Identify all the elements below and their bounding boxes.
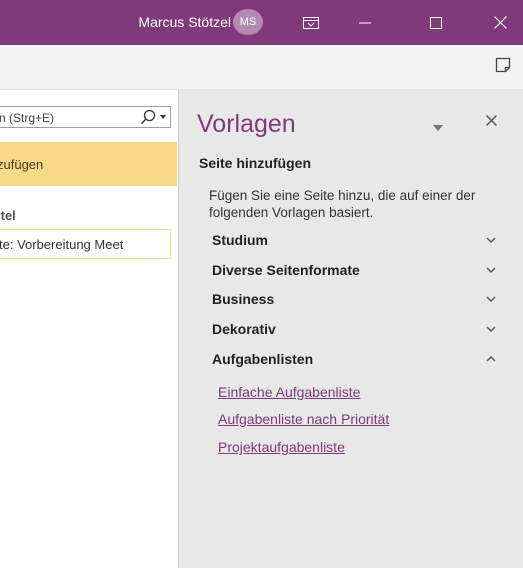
search-input[interactable]: n (Strg+E) [0, 106, 171, 128]
template-link[interactable]: Einfache Aufgabenliste [218, 384, 360, 400]
page-title-value: te: Vorbereitung Meet [0, 237, 124, 252]
chevron-down-icon [485, 234, 497, 246]
pane-options-button[interactable] [433, 118, 443, 136]
search-placeholder: n (Strg+E) [0, 111, 55, 125]
template-link[interactable]: Projektaufgabenliste [218, 439, 345, 455]
title-bar: Marcus Stötzel MS [0, 0, 523, 45]
ribbon-display-button[interactable] [288, 0, 334, 45]
template-link[interactable]: Aufgabenliste nach Priorität [218, 411, 389, 427]
close-button[interactable] [477, 0, 523, 45]
templates-title: Vorlagen [197, 110, 296, 138]
sticky-note-button[interactable] [493, 55, 517, 79]
close-icon [493, 16, 507, 29]
add-page-label: zufügen [0, 157, 44, 172]
close-icon [485, 114, 498, 127]
title-label: itel [0, 208, 16, 223]
chevron-down-icon[interactable] [160, 115, 166, 119]
page-title-field[interactable]: te: Vorbereitung Meet [0, 229, 171, 259]
templates-pane: Vorlagen Seite hinzufügen Fügen Sie eine… [179, 90, 523, 568]
chevron-down-icon [485, 293, 497, 305]
chevron-down-icon [485, 323, 497, 335]
chevron-down-icon [485, 264, 497, 276]
category-diverse-seitenformate[interactable]: Diverse Seitenformate [212, 258, 497, 282]
ribbon-display-icon [303, 16, 319, 29]
category-aufgabenlisten[interactable]: Aufgabenlisten [212, 347, 497, 371]
close-pane-button[interactable] [485, 113, 498, 131]
category-business[interactable]: Business [212, 287, 497, 311]
page-list-pane: n (Strg+E) zufügen itel te: Vorbereitung… [0, 90, 179, 568]
section-heading: Seite hinzufügen [199, 155, 311, 171]
sticky-note-icon [495, 57, 511, 73]
maximize-button[interactable] [413, 0, 459, 45]
toolbar [0, 45, 523, 90]
category-label: Diverse Seitenformate [212, 262, 360, 278]
chevron-up-icon [485, 353, 497, 365]
minimize-button[interactable] [342, 0, 388, 45]
category-label: Aufgabenlisten [212, 351, 314, 367]
category-studium[interactable]: Studium [212, 228, 497, 252]
maximize-icon [430, 16, 442, 29]
category-label: Dekorativ [212, 321, 276, 337]
category-dekorativ[interactable]: Dekorativ [212, 317, 497, 341]
minimize-icon [359, 22, 371, 23]
avatar[interactable]: MS [233, 9, 263, 35]
user-name[interactable]: Marcus Stötzel [138, 14, 231, 30]
add-page-button[interactable]: zufügen [0, 142, 177, 186]
search-icon[interactable] [140, 109, 156, 125]
templates-description: Fügen Sie eine Seite hinzu, die auf eine… [209, 188, 476, 220]
chevron-down-icon [433, 125, 443, 131]
category-label: Studium [212, 232, 268, 248]
category-label: Business [212, 291, 275, 307]
